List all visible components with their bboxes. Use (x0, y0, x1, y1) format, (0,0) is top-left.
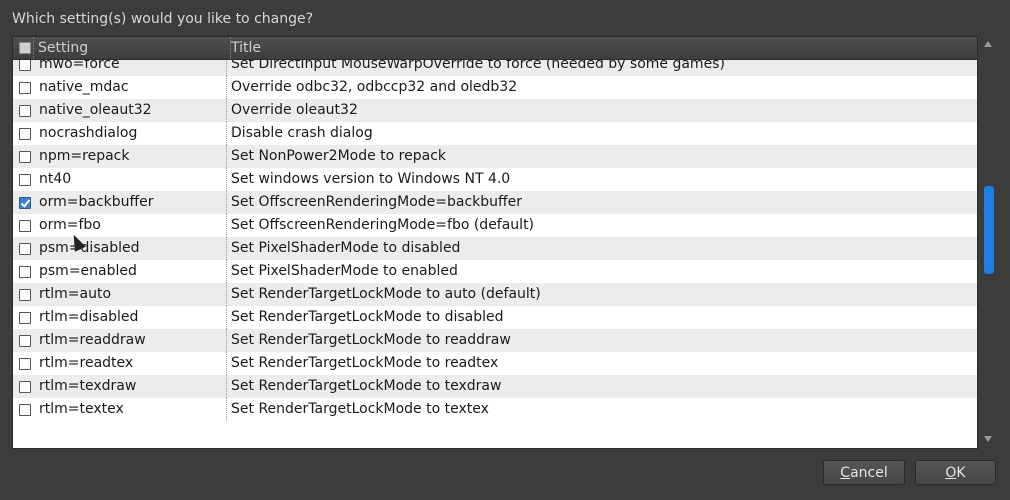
scrollbar-thumb[interactable] (984, 186, 994, 274)
column-divider (226, 375, 227, 398)
column-header-title[interactable]: Title (227, 37, 261, 59)
setting-cell: rtlm=textex (39, 401, 124, 417)
table-row[interactable]: nt40 Set windows version to Windows NT 4.… (13, 168, 977, 191)
row-checkbox[interactable] (19, 335, 31, 347)
select-all-column[interactable] (13, 37, 34, 59)
setting-cell: psm=enabled (39, 263, 137, 279)
column-divider (226, 76, 227, 99)
row-checkbox[interactable] (19, 197, 31, 209)
column-divider (226, 99, 227, 122)
table-row[interactable]: rtlm=textex Set RenderTargetLockMode to t… (13, 398, 977, 421)
title-cell: Set OffscreenRenderingMode=backbuffer (231, 194, 523, 210)
title-cell: Set RenderTargetLockMode to auto (defaul… (231, 286, 541, 302)
cancel-label: ancel (850, 465, 888, 481)
cancel-button[interactable]: Cancel (823, 460, 905, 485)
setting-cell: nt40 (39, 171, 72, 187)
table-row[interactable]: rtlm=readtex Set RenderTargetLockMode to … (13, 352, 977, 375)
row-checkbox[interactable] (19, 220, 31, 232)
setting-cell: nocrashdialog (39, 125, 138, 141)
ok-button[interactable]: OK (915, 460, 996, 485)
setting-cell: rtlm=readdraw (39, 332, 146, 348)
setting-cell: npm=repack (39, 148, 130, 164)
title-cell: Set RenderTargetLockMode to readdraw (231, 332, 511, 348)
table-row[interactable]: rtlm=texdraw Set RenderTargetLockMode to … (13, 375, 977, 398)
column-divider (226, 283, 227, 306)
setting-cell: orm=fbo (39, 217, 101, 233)
column-divider (226, 214, 227, 237)
column-divider (226, 260, 227, 283)
setting-cell: rtlm=texdraw (39, 378, 137, 394)
row-checkbox[interactable] (19, 404, 31, 416)
title-cell: Disable crash dialog (231, 125, 373, 141)
setting-cell: rtlm=readtex (39, 355, 134, 371)
table-row[interactable]: rtlm=disabled Set RenderTargetLockMode to… (13, 306, 977, 329)
table-row[interactable]: psm=disabled Set PixelShaderMode to disab… (13, 237, 977, 260)
table-row[interactable]: npm=repack Set NonPower2Mode to repack (13, 145, 977, 168)
setting-cell: orm=backbuffer (39, 194, 154, 210)
settings-table[interactable]: mwo=enabledSet DirectInput MouseWarpOver… (12, 36, 978, 449)
row-checkbox[interactable] (19, 312, 31, 324)
column-divider (226, 306, 227, 329)
row-checkbox[interactable] (19, 151, 31, 163)
table-row[interactable]: rtlm=readdraw Set RenderTargetLockMode to… (13, 329, 977, 352)
column-divider (226, 191, 227, 214)
row-checkbox[interactable] (19, 128, 31, 140)
table-row[interactable]: rtlm=auto Set RenderTargetLockMode to aut… (13, 283, 977, 306)
column-header-setting[interactable]: Setting (34, 37, 231, 59)
table-row[interactable]: native_mdac Override odbc32, odbccp32 and… (13, 76, 977, 99)
table-row[interactable]: orm=fbo Set OffscreenRenderingMode=fbo (d… (13, 214, 977, 237)
table-header: Setting Title (13, 37, 977, 60)
title-cell: Override oleaut32 (231, 102, 358, 118)
prompt-label: Which setting(s) would you like to chang… (12, 11, 314, 27)
row-checkbox[interactable] (19, 105, 31, 117)
column-divider (226, 352, 227, 375)
select-all-checkbox[interactable] (19, 42, 31, 54)
column-divider (226, 329, 227, 352)
table-row[interactable]: nocrashdialog Disable crash dialog (13, 122, 977, 145)
table-row[interactable]: native_oleaut32 Override oleaut32 (13, 99, 977, 122)
column-divider (226, 398, 227, 421)
vertical-scrollbar[interactable] (980, 36, 998, 447)
row-checkbox[interactable] (19, 266, 31, 278)
row-checkbox[interactable] (19, 289, 31, 301)
ok-mnemonic: O (945, 465, 957, 481)
row-checkbox[interactable] (19, 59, 31, 71)
ok-label: K (956, 465, 966, 481)
row-checkbox[interactable] (19, 82, 31, 94)
table-row[interactable]: psm=enabled Set PixelShaderMode to enable… (13, 260, 977, 283)
title-cell: Set RenderTargetLockMode to textex (231, 401, 489, 417)
column-divider (226, 122, 227, 145)
settings-list: mwo=enabledSet DirectInput MouseWarpOver… (13, 37, 977, 421)
row-checkbox[interactable] (19, 358, 31, 370)
title-cell: Set RenderTargetLockMode to texdraw (231, 378, 502, 394)
column-divider (226, 145, 227, 168)
cancel-mnemonic: C (840, 465, 851, 481)
setting-cell: native_oleaut32 (39, 102, 152, 118)
title-cell: Set RenderTargetLockMode to disabled (231, 309, 504, 325)
column-divider (226, 168, 227, 191)
setting-cell: psm=disabled (39, 240, 140, 256)
setting-cell: rtlm=auto (39, 286, 112, 302)
row-checkbox[interactable] (19, 243, 31, 255)
title-cell: Set PixelShaderMode to enabled (231, 263, 458, 279)
title-cell: Set PixelShaderMode to disabled (231, 240, 461, 256)
table-row[interactable]: orm=backbuffer Set OffscreenRenderingMode… (13, 191, 977, 214)
setting-cell: rtlm=disabled (39, 309, 139, 325)
title-cell: Set RenderTargetLockMode to readtex (231, 355, 499, 371)
title-cell: Override odbc32, odbccp32 and oledb32 (231, 79, 518, 95)
title-cell: Set windows version to Windows NT 4.0 (231, 171, 511, 187)
setting-cell: native_mdac (39, 79, 129, 95)
column-divider (226, 237, 227, 260)
title-cell: Set NonPower2Mode to repack (231, 148, 447, 164)
row-checkbox[interactable] (19, 381, 31, 393)
title-cell: Set OffscreenRenderingMode=fbo (default) (231, 217, 535, 233)
scroll-down-arrow-icon[interactable] (984, 436, 992, 442)
scroll-up-arrow-icon[interactable] (984, 41, 992, 47)
row-checkbox[interactable] (19, 174, 31, 186)
